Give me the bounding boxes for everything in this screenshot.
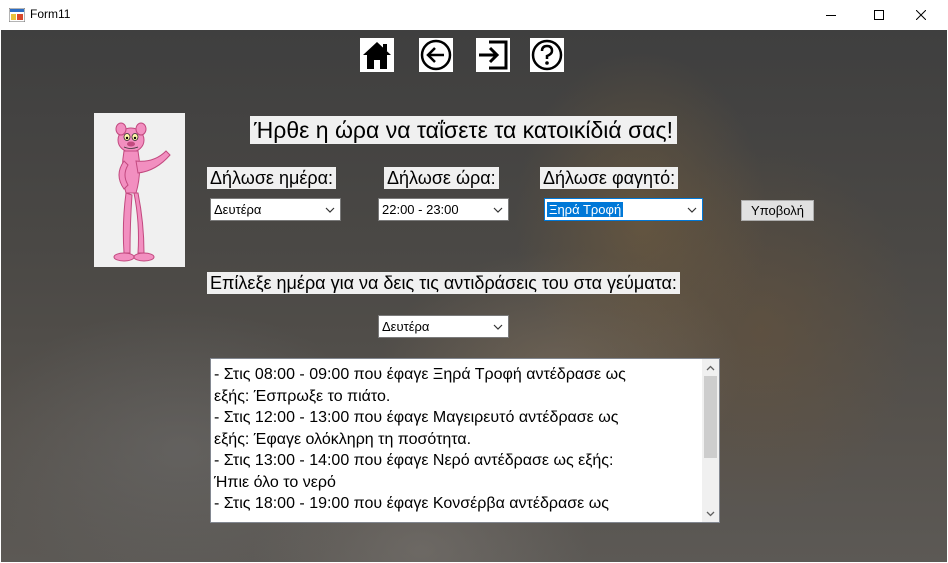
list-item: εξής: Έφαγε ολόκληρη τη ποσότητα. xyxy=(214,430,472,448)
day-select-value: Δευτέρα xyxy=(214,202,262,217)
chevron-down-icon xyxy=(493,207,503,213)
minimize-button[interactable] xyxy=(808,0,854,30)
list-item: - Στις 18:00 - 19:00 που έφαγε Κονσέρβα … xyxy=(214,495,609,512)
help-button[interactable] xyxy=(530,38,564,72)
list-item: - Στις 12:00 - 13:00 που έφαγε Μαγειρευτ… xyxy=(214,409,619,426)
food-label: Δήλωσε φαγητό: xyxy=(540,167,679,189)
close-icon xyxy=(916,10,926,20)
list-item: - Στις 13:00 - 14:00 που έφαγε Νερό αντέ… xyxy=(214,452,614,469)
day-select[interactable]: Δευτέρα xyxy=(210,198,341,221)
chevron-up-icon xyxy=(706,365,715,370)
chevron-down-icon xyxy=(706,511,715,516)
exit-button[interactable] xyxy=(476,38,510,72)
app-icon xyxy=(9,8,25,22)
day-label: Δήλωσε ημέρα: xyxy=(207,167,337,189)
reactions-day-value: Δευτέρα xyxy=(382,319,430,334)
chevron-down-icon xyxy=(493,324,503,330)
time-label: Δήλωσε ώρα: xyxy=(384,167,499,189)
maximize-icon xyxy=(874,10,884,20)
title-bar: Form11 xyxy=(0,0,948,30)
submit-button[interactable]: Υποβολή xyxy=(741,200,814,221)
list-item: εξής: Έσπρωξε το πιάτο. xyxy=(214,387,391,405)
page-heading: Ήρθε η ώρα να ταΐσετε τα κατοικίδιά σας! xyxy=(250,116,678,144)
reactions-list: - Στις 08:00 - 09:00 που έφαγε Ξηρά Τροφ… xyxy=(214,364,698,515)
scroll-up-button[interactable] xyxy=(702,359,719,376)
close-button[interactable] xyxy=(898,0,944,30)
reactions-listbox[interactable]: - Στις 08:00 - 09:00 που έφαγε Ξηρά Τροφ… xyxy=(210,358,720,523)
chevron-down-icon xyxy=(325,207,335,213)
exit-icon xyxy=(479,40,508,70)
window-title: Form11 xyxy=(30,7,71,21)
help-icon xyxy=(531,39,563,71)
list-item: - Στις 08:00 - 09:00 που έφαγε Ξηρά Τροφ… xyxy=(214,366,626,383)
food-select[interactable]: Ξηρά Τροφή xyxy=(544,198,703,221)
reactions-day-select[interactable]: Δευτέρα xyxy=(378,315,509,338)
back-arrow-icon xyxy=(420,39,452,71)
vertical-scrollbar[interactable] xyxy=(702,359,719,522)
scroll-down-button[interactable] xyxy=(702,505,719,522)
maximize-button[interactable] xyxy=(856,0,902,30)
home-button[interactable] xyxy=(360,38,394,72)
pet-character-image xyxy=(94,113,185,267)
scroll-thumb[interactable] xyxy=(704,376,717,458)
chevron-down-icon xyxy=(687,207,697,213)
back-button[interactable] xyxy=(419,38,453,72)
form-client-area: Ήρθε η ώρα να ταΐσετε τα κατοικίδιά σας!… xyxy=(1,30,947,562)
home-icon xyxy=(363,42,391,69)
list-item: Ήπιε όλο το νερό xyxy=(214,473,336,491)
minimize-icon xyxy=(826,15,836,16)
time-select[interactable]: 22:00 - 23:00 xyxy=(378,198,509,221)
reactions-label: Επίλεξε ημέρα για να δεις τις αντιδράσει… xyxy=(207,272,680,294)
food-select-value: Ξηρά Τροφή xyxy=(547,202,624,217)
time-select-value: 22:00 - 23:00 xyxy=(382,202,459,217)
